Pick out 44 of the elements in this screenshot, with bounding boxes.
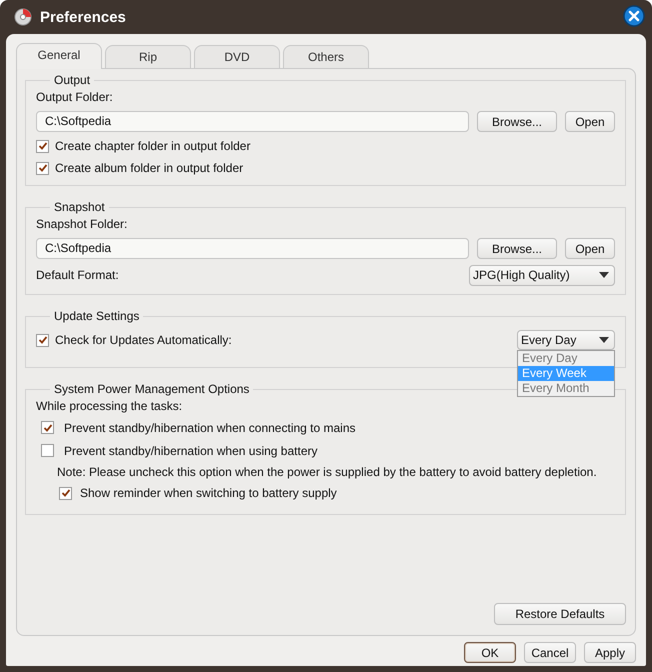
- disc-icon: [14, 8, 32, 26]
- checkbox-label: Check for Updates Automatically:: [55, 333, 232, 347]
- checkbox-label: Create album folder in output folder: [55, 161, 244, 175]
- field-label: Snapshot Folder:: [36, 216, 128, 233]
- folder-field[interactable]: C:\Softpedia: [36, 238, 469, 259]
- frequency-dropdown[interactable]: Every Day: [517, 330, 615, 350]
- checkbox-label: Prevent standby/hibernation when using battery: [64, 444, 318, 458]
- dropdown-arrow-icon[interactable]: [599, 272, 609, 278]
- dropdown-option[interactable]: Every Day: [518, 351, 614, 366]
- tab[interactable]: DVD: [194, 45, 280, 68]
- close-icon[interactable]: [623, 5, 645, 27]
- checkbox-label: Show reminder when switching to battery supply: [80, 486, 337, 500]
- checkbox[interactable]: [41, 421, 54, 434]
- format-dropdown[interactable]: JPG(High Quality): [469, 264, 615, 286]
- restore-defaults-button[interactable]: Restore Defaults: [494, 603, 626, 625]
- dialog-button[interactable]: Cancel: [524, 642, 576, 663]
- group-title: Snapshot: [53, 200, 106, 214]
- checkbox-label: Create chapter folder in output folder: [55, 139, 250, 153]
- open-button[interactable]: Open: [565, 111, 615, 132]
- browse-button[interactable]: Browse...: [477, 238, 557, 259]
- field-label: Output Folder:: [36, 89, 114, 106]
- dropdown-arrow-icon[interactable]: [599, 337, 609, 343]
- checkbox[interactable]: [36, 140, 49, 152]
- checkbox[interactable]: [41, 444, 54, 457]
- tab[interactable]: Rip: [105, 45, 191, 68]
- group-title: Update Settings: [53, 309, 140, 323]
- note-text: Note: Please uncheck this option when the power is supplied by the battery to avoid battery depletion.: [56, 464, 598, 481]
- field-label: Default Format:: [36, 268, 119, 282]
- checkbox-label: Prevent standby/hibernation when connecting to mains: [64, 420, 356, 434]
- open-button[interactable]: Open: [565, 238, 615, 259]
- dropdown-option[interactable]: Every Month: [518, 381, 614, 396]
- checkbox[interactable]: [36, 334, 49, 346]
- dialog-button[interactable]: OK: [464, 642, 516, 663]
- folder-field[interactable]: C:\Softpedia: [36, 111, 469, 132]
- browse-button[interactable]: Browse...: [477, 111, 557, 132]
- group-title: Output: [53, 73, 92, 87]
- dialog-button[interactable]: Apply: [584, 642, 636, 663]
- tab[interactable]: General: [16, 43, 102, 69]
- group-title: System Power Management Options: [53, 382, 250, 396]
- checkbox[interactable]: [36, 162, 49, 174]
- tab[interactable]: Others: [283, 45, 369, 68]
- window-title: Preferences: [40, 8, 127, 26]
- checkbox[interactable]: [59, 486, 72, 500]
- section-label: While processing the tasks:: [36, 398, 184, 415]
